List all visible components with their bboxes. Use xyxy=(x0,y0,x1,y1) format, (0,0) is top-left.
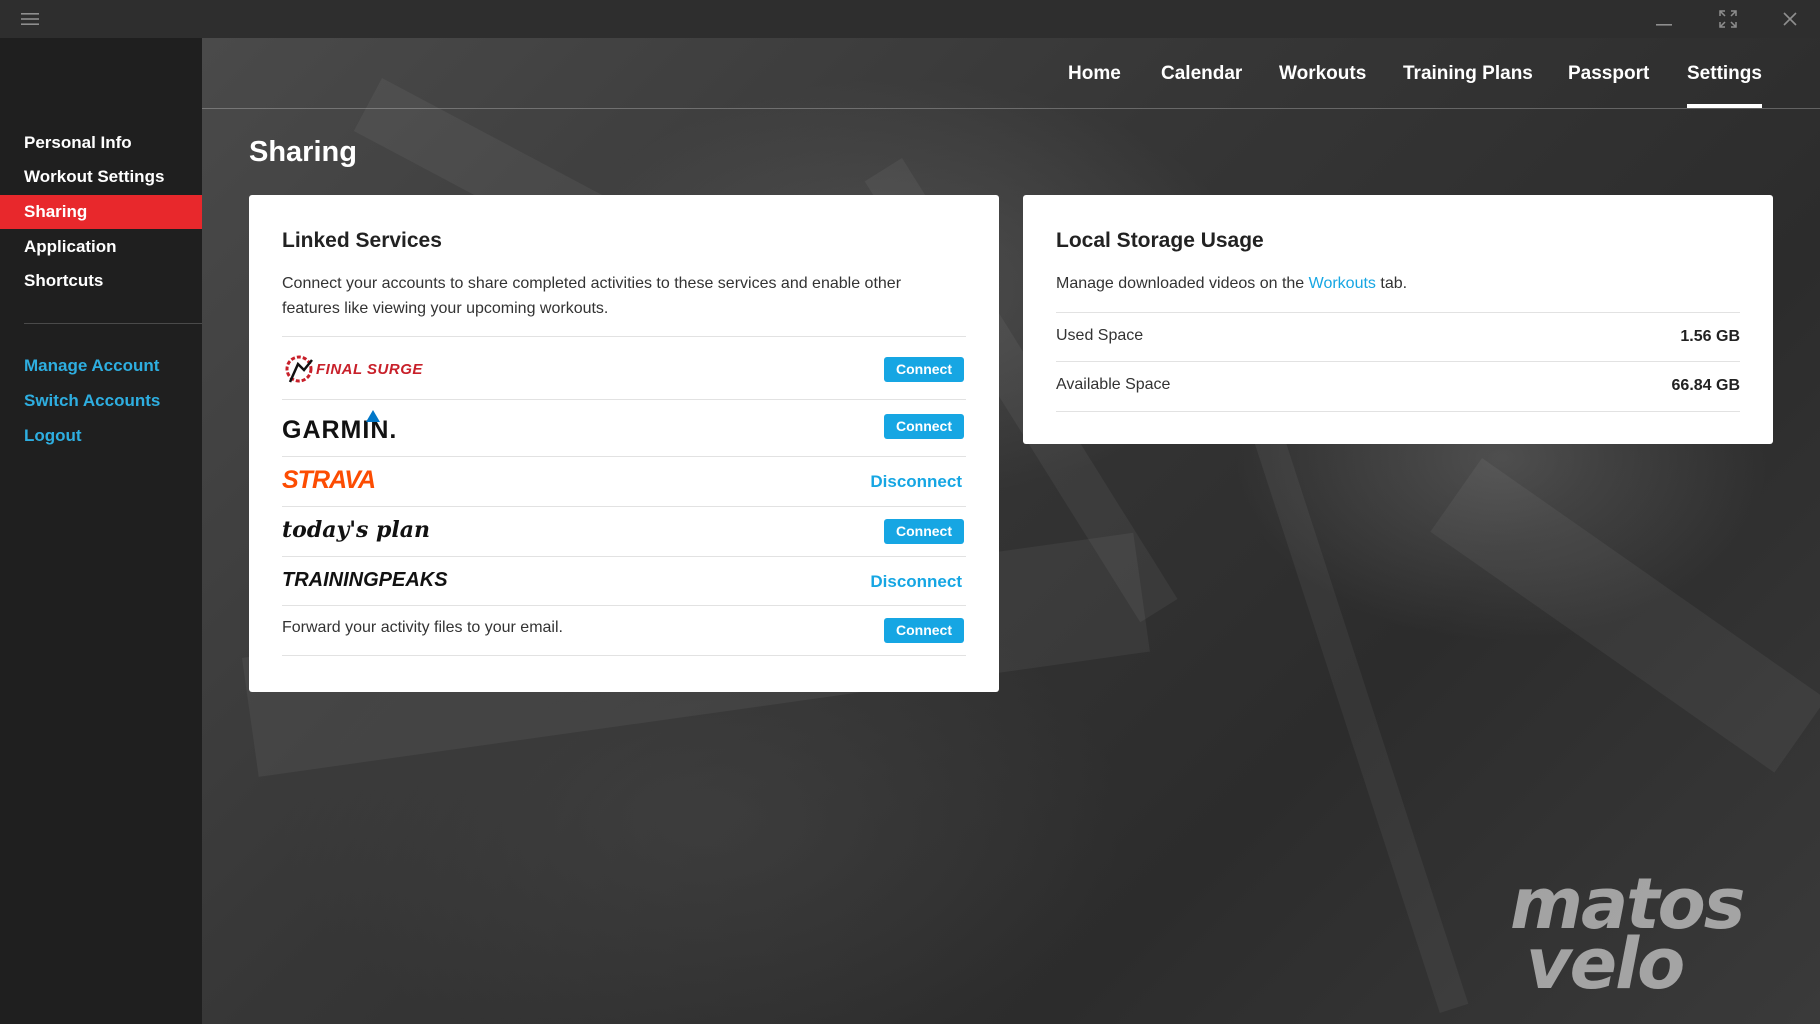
strava-disconnect-button[interactable]: Disconnect xyxy=(870,472,962,492)
local-storage-title: Local Storage Usage xyxy=(1056,229,1264,252)
service-row-email-forward: Forward your activity files to your emai… xyxy=(282,605,966,656)
close-icon[interactable] xyxy=(1776,0,1804,38)
service-row-garmin: GARMIN. Connect xyxy=(282,399,966,457)
sidebar-item-shortcuts[interactable]: Shortcuts xyxy=(0,264,202,298)
used-space-row: Used Space 1.56 GB xyxy=(1056,312,1740,362)
minimize-icon[interactable] xyxy=(1650,0,1678,38)
tab-home[interactable]: Home xyxy=(1068,60,1121,108)
sidebar-item-application[interactable]: Application xyxy=(0,230,202,264)
hamburger-menu-icon[interactable] xyxy=(18,0,42,38)
service-row-strava: STRAVA Disconnect xyxy=(282,456,966,507)
linked-services-card: Linked Services Connect your accounts to… xyxy=(249,195,999,692)
email-forward-connect-button[interactable]: Connect xyxy=(884,618,964,643)
fullscreen-icon[interactable] xyxy=(1714,0,1742,38)
linked-services-description: Connect your accounts to share completed… xyxy=(282,275,902,317)
page-title: Sharing xyxy=(249,136,357,168)
garmin-connect-button[interactable]: Connect xyxy=(884,414,964,439)
storage-desc-suffix: tab. xyxy=(1375,275,1408,292)
trainingpeaks-logo-text: TRAININGPEAKS xyxy=(282,568,448,591)
logout-link[interactable]: Logout xyxy=(24,419,82,453)
tab-training-plans[interactable]: Training Plans xyxy=(1403,60,1533,108)
service-row-final-surge: FINAL SURGE Connect xyxy=(282,336,966,400)
service-row-todays-plan: today's plan Connect xyxy=(282,506,966,557)
garmin-logo: GARMIN. xyxy=(282,408,397,452)
service-row-trainingpeaks: TRAININGPEAKS Disconnect xyxy=(282,556,966,606)
sidebar-item-sharing[interactable]: Sharing xyxy=(0,195,202,229)
strava-logo: STRAVA xyxy=(282,463,376,497)
garmin-triangle-icon xyxy=(366,410,380,422)
final-surge-logo: FINAL SURGE xyxy=(282,347,423,391)
strava-logo-text: STRAVA xyxy=(282,465,376,494)
local-storage-description: Manage downloaded videos on the Workouts… xyxy=(1056,271,1716,296)
tab-calendar[interactable]: Calendar xyxy=(1161,60,1242,108)
top-nav: Home Calendar Workouts Training Plans Pa… xyxy=(202,38,1820,109)
final-surge-connect-button[interactable]: Connect xyxy=(884,357,964,382)
storage-desc-prefix: Manage downloaded videos on the xyxy=(1056,275,1309,292)
workouts-tab-link[interactable]: Workouts xyxy=(1309,275,1376,292)
sidebar-item-personal-info[interactable]: Personal Info xyxy=(0,126,202,160)
trainingpeaks-logo: TRAININGPEAKS xyxy=(282,565,448,595)
final-surge-logo-text: FINAL SURGE xyxy=(316,360,423,378)
garmin-logo-text: GARMIN. xyxy=(282,415,398,444)
sidebar: Personal Info Workout Settings Sharing A… xyxy=(0,38,202,1024)
tab-passport[interactable]: Passport xyxy=(1568,60,1649,108)
manage-account-link[interactable]: Manage Account xyxy=(24,349,159,383)
tab-workouts[interactable]: Workouts xyxy=(1279,60,1366,108)
switch-accounts-link[interactable]: Switch Accounts xyxy=(24,384,160,418)
available-space-row: Available Space 66.84 GB xyxy=(1056,361,1740,412)
trainingpeaks-disconnect-button[interactable]: Disconnect xyxy=(870,572,962,592)
sidebar-divider xyxy=(24,323,202,324)
available-space-value: 66.84 GB xyxy=(1671,377,1740,394)
sidebar-item-workout-settings[interactable]: Workout Settings xyxy=(0,160,202,194)
title-bar xyxy=(0,0,1820,38)
used-space-label: Used Space xyxy=(1056,327,1144,344)
todays-plan-logo: today's plan xyxy=(282,513,430,547)
todays-plan-logo-text: today's plan xyxy=(282,517,431,543)
email-forward-text: Forward your activity files to your emai… xyxy=(282,619,563,636)
todays-plan-connect-button[interactable]: Connect xyxy=(884,519,964,544)
watermark-logo: matos velo xyxy=(1510,869,1780,998)
used-space-value: 1.56 GB xyxy=(1680,328,1740,345)
available-space-label: Available Space xyxy=(1056,376,1171,393)
local-storage-card: Local Storage Usage Manage downloaded vi… xyxy=(1023,195,1773,444)
linked-services-title: Linked Services xyxy=(282,229,442,252)
tab-settings[interactable]: Settings xyxy=(1687,60,1762,108)
final-surge-emblem-icon xyxy=(285,355,313,383)
